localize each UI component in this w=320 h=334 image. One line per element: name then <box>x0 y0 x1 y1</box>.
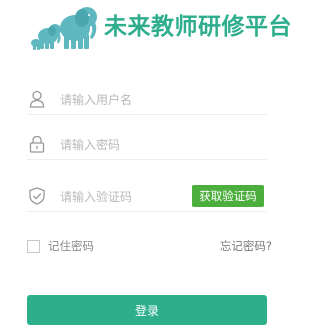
remember-checkbox[interactable] <box>27 239 40 253</box>
shield-check-icon <box>29 187 45 205</box>
remember-password[interactable]: 记住密码 <box>27 237 94 255</box>
forgot-password-link[interactable]: 忘记密码? <box>220 238 272 254</box>
get-code-button[interactable]: 获取验证码 <box>192 185 264 207</box>
lock-icon <box>29 135 45 153</box>
username-row <box>27 86 267 115</box>
elephant-family-icon <box>31 7 97 50</box>
password-input[interactable] <box>60 134 210 156</box>
captcha-row: 获取验证码 <box>27 183 267 212</box>
username-input[interactable] <box>60 89 210 111</box>
login-button[interactable]: 登录 <box>27 295 267 325</box>
app-title: 未来教师研修平台 <box>104 14 292 40</box>
user-icon <box>29 90 45 108</box>
password-row <box>27 131 267 160</box>
captcha-input[interactable] <box>60 186 210 208</box>
remember-label: 记住密码 <box>48 239 94 253</box>
